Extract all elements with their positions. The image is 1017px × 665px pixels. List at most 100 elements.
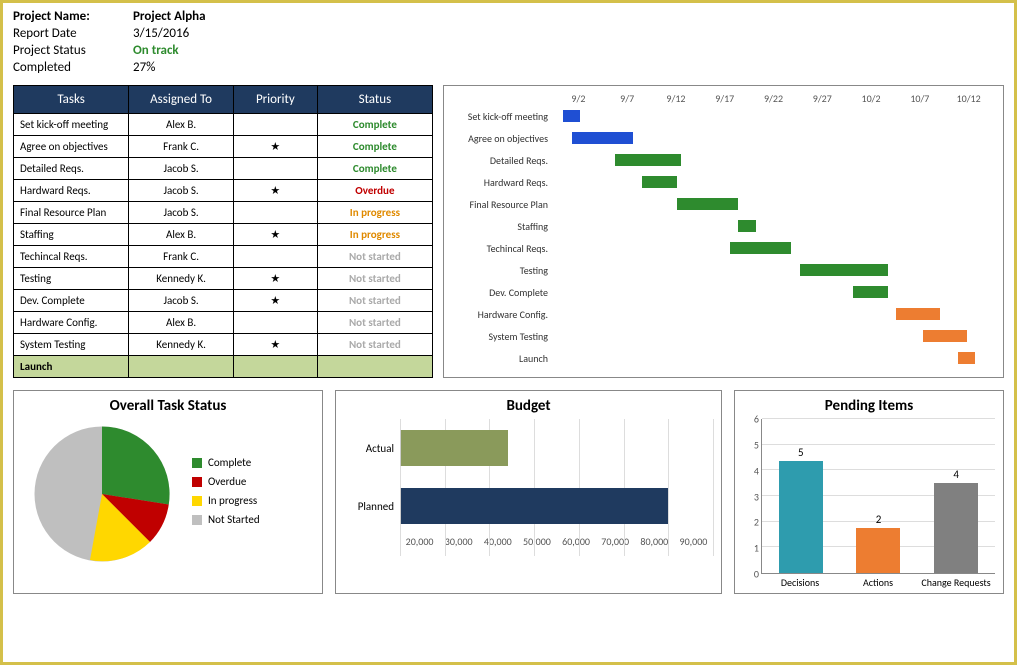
gantt-bar xyxy=(563,110,581,122)
pending-bar-col: 2 xyxy=(856,513,900,573)
legend-swatch xyxy=(192,458,202,468)
pending-ytick: 3 xyxy=(754,490,759,503)
gantt-row: Final Resource Plan xyxy=(444,193,993,215)
pending-xlabel: Actions xyxy=(839,576,917,589)
task-name-cell: Final Resource Plan xyxy=(14,202,129,224)
pie-chart xyxy=(22,419,182,569)
task-status-cell: Not started xyxy=(317,290,432,312)
task-priority-cell: ★ xyxy=(233,180,317,202)
gantt-date-tick: 10/12 xyxy=(944,92,993,105)
gantt-bar xyxy=(572,132,633,144)
task-name-cell: Staffing xyxy=(14,224,129,246)
task-name-cell: Techincal Reqs. xyxy=(14,246,129,268)
task-name-cell: System Testing xyxy=(14,334,129,356)
task-priority-cell: ★ xyxy=(233,290,317,312)
task-status-cell: Complete xyxy=(317,136,432,158)
completed-value: 27% xyxy=(133,60,155,75)
gantt-bar xyxy=(800,264,888,276)
task-priority-cell xyxy=(233,114,317,136)
gantt-date-tick: 9/12 xyxy=(652,92,701,105)
pending-ytick: 6 xyxy=(754,413,759,426)
pending-panel: Pending Items 6543210 524 DecisionsActio… xyxy=(734,390,1004,594)
pie-title: Overall Task Status xyxy=(22,397,314,415)
budget-label: Actual xyxy=(344,442,400,455)
task-priority-cell xyxy=(233,158,317,180)
budget-chart: ActualPlanned20,00030,00040,00050,00060,… xyxy=(344,419,713,574)
legend-swatch xyxy=(192,515,202,525)
gantt-bar xyxy=(730,242,791,254)
legend-label: Overdue xyxy=(208,475,246,488)
legend-item: Complete xyxy=(192,456,260,469)
gantt-date-tick: 10/2 xyxy=(847,92,896,105)
task-assigned-cell: Jacob S. xyxy=(129,158,234,180)
task-priority-cell xyxy=(233,312,317,334)
budget-bar xyxy=(401,430,508,466)
gantt-label: Staffing xyxy=(444,220,554,233)
launch-cell: Launch xyxy=(14,356,129,378)
gantt-bar xyxy=(615,154,681,166)
pending-bar-col: 4 xyxy=(934,468,978,573)
gantt-label: Techincal Reqs. xyxy=(444,242,554,255)
task-status-cell: Complete xyxy=(317,158,432,180)
pending-bar xyxy=(779,461,823,574)
pending-value: 5 xyxy=(798,446,804,459)
task-name-cell: Detailed Reqs. xyxy=(14,158,129,180)
table-row: Techincal Reqs.Frank C.Not started xyxy=(14,246,433,268)
pending-bar xyxy=(856,528,900,573)
project-name-value: Project Alpha xyxy=(133,9,206,24)
pending-value: 4 xyxy=(953,468,959,481)
task-assigned-cell: Alex B. xyxy=(129,312,234,334)
tasks-table: Tasks Assigned To Priority Status Set ki… xyxy=(13,85,433,378)
task-assigned-cell: Jacob S. xyxy=(129,202,234,224)
gantt-row: Detailed Reqs. xyxy=(444,149,993,171)
pending-ytick: 1 xyxy=(754,542,759,555)
gantt-label: System Testing xyxy=(444,330,554,343)
gantt-bar xyxy=(677,198,738,210)
task-priority-cell: ★ xyxy=(233,136,317,158)
gantt-date-tick: 10/7 xyxy=(895,92,944,105)
gantt-row: Set kick-off meeting xyxy=(444,105,993,127)
gantt-date-tick: 9/22 xyxy=(749,92,798,105)
pending-title: Pending Items xyxy=(743,397,995,415)
gantt-row: Hardward Reqs. xyxy=(444,171,993,193)
gantt-label: Set kick-off meeting xyxy=(444,110,554,123)
task-priority-cell xyxy=(233,246,317,268)
table-row: TestingKennedy K.★Not started xyxy=(14,268,433,290)
task-name-cell: Dev. Complete xyxy=(14,290,129,312)
table-row: Final Resource PlanJacob S.In progress xyxy=(14,202,433,224)
task-status-cell: Complete xyxy=(317,114,432,136)
report-date-label: Report Date xyxy=(13,26,133,41)
launch-row: Launch xyxy=(14,356,433,378)
gantt-label: Hardward Reqs. xyxy=(444,176,554,189)
gantt-date-tick: 9/7 xyxy=(603,92,652,105)
pie-legend: Complete Overdue In progress Not Started xyxy=(192,456,260,532)
legend-label: Complete xyxy=(208,456,251,469)
task-status-cell: Not started xyxy=(317,268,432,290)
pie-panel: Overall Task Status Complete Overdue In pr… xyxy=(13,390,323,594)
legend-item: In progress xyxy=(192,494,260,507)
gantt-bar xyxy=(923,330,967,342)
budget-title: Budget xyxy=(344,397,713,415)
gantt-row: System Testing xyxy=(444,325,993,347)
pending-bar-col: 5 xyxy=(779,446,823,574)
pending-value: 2 xyxy=(876,513,882,526)
pending-ytick: 5 xyxy=(754,438,759,451)
table-row: Dev. CompleteJacob S.★Not started xyxy=(14,290,433,312)
pending-ytick: 0 xyxy=(754,568,759,581)
gantt-bar xyxy=(853,286,888,298)
task-priority-cell: ★ xyxy=(233,224,317,246)
report-date-value: 3/15/2016 xyxy=(133,26,189,41)
th-status: Status xyxy=(317,86,432,114)
pending-ytick: 2 xyxy=(754,516,759,529)
task-status-cell: Not started xyxy=(317,312,432,334)
gantt-row: Testing xyxy=(444,259,993,281)
legend-label: In progress xyxy=(208,494,257,507)
task-status-cell: Not started xyxy=(317,334,432,356)
gantt-label: Detailed Reqs. xyxy=(444,154,554,167)
completed-label: Completed xyxy=(13,60,133,75)
task-status-cell: Not started xyxy=(317,246,432,268)
legend-item: Not Started xyxy=(192,513,260,526)
table-row: Hardward Reqs.Jacob S.★Overdue xyxy=(14,180,433,202)
th-tasks: Tasks xyxy=(14,86,129,114)
pending-chart: 6543210 524 xyxy=(743,419,995,574)
